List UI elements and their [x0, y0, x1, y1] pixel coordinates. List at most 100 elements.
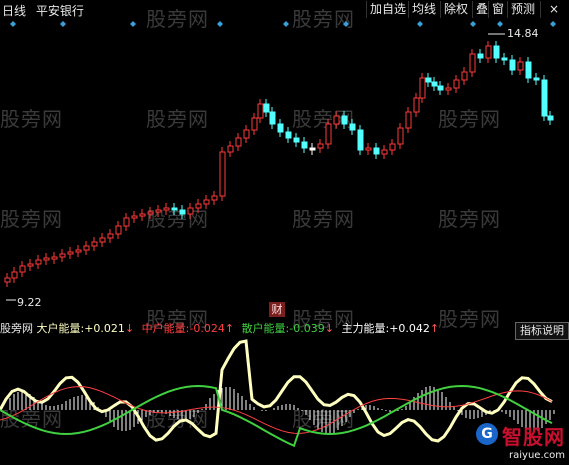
moving-average-button[interactable]: 均线 [408, 1, 439, 18]
candle-body [389, 143, 396, 151]
marker-diamond [60, 21, 66, 27]
legend-label: 大户能量: [36, 322, 85, 335]
legend-label: 主力能量: [341, 322, 390, 335]
candle-body [547, 115, 554, 121]
legend-value: -0.024 [189, 322, 225, 335]
candle-body [413, 97, 420, 113]
candle-body [11, 271, 18, 279]
legend-arrow-icon: ↓ [124, 322, 135, 335]
candle-body [139, 213, 146, 217]
candle-body [251, 117, 258, 131]
candle-body [211, 195, 218, 201]
candle-body [75, 249, 82, 253]
candle-body [501, 57, 508, 61]
candle-body [493, 45, 500, 59]
candle-body [257, 103, 264, 119]
candle-body [477, 53, 484, 59]
legend-arrow-icon: ↑ [224, 322, 235, 335]
candle-body [67, 251, 74, 255]
legend-value: -0.039 [289, 322, 325, 335]
candle-body [461, 71, 468, 81]
candle-body [349, 123, 356, 131]
candle-body [163, 207, 170, 211]
marker-diamond [497, 21, 503, 27]
candle-body [235, 137, 242, 147]
candle-body [533, 77, 540, 81]
candle-body [115, 225, 122, 235]
candle-body [541, 79, 548, 117]
candle-body [357, 129, 364, 151]
candle-body [99, 237, 106, 243]
candle-body [19, 265, 26, 273]
finance-badge[interactable]: 财 [269, 302, 285, 317]
logo-icon: G [476, 423, 498, 445]
window-button[interactable]: 窗 [488, 1, 507, 18]
candle-body [285, 131, 292, 139]
candle-body [269, 111, 276, 125]
candle-body [469, 53, 476, 73]
candle-body [525, 61, 532, 79]
candle-body [445, 87, 452, 91]
candle-body [155, 209, 162, 213]
candle-body [107, 233, 114, 239]
chart-title: 日线 平安银行 [2, 2, 84, 19]
candle-body [27, 263, 34, 267]
candle-body [171, 207, 178, 211]
indicator-legend: 股旁网 大户能量:+0.021↓ 中户能量:-0.024↑ 散户能量:-0.03… [0, 320, 443, 336]
logo-url: raiyue.com [509, 450, 565, 461]
legend-item-medium: 中户能量:-0.024↑ [142, 322, 238, 335]
legend-item-retail: 散户能量:-0.039↓ [242, 322, 338, 335]
candle-body [325, 123, 332, 145]
add-watchlist-button[interactable]: 加自选 [366, 1, 409, 18]
candle-body [373, 147, 380, 155]
legend-value: +0.042 [389, 322, 430, 335]
close-button[interactable]: × [540, 1, 567, 18]
medium-energy-line [0, 386, 553, 434]
indicator-name: 股旁网 [0, 322, 33, 335]
close-icon: × [548, 2, 560, 16]
candle-body [301, 141, 308, 149]
candle-body [179, 209, 186, 215]
retail-energy-line [0, 384, 553, 448]
candle-body [43, 257, 50, 261]
legend-label: 散户能量: [241, 322, 290, 335]
candle-body [123, 217, 130, 227]
candle-body [419, 77, 426, 99]
legend-item-main: 主力能量:+0.042↑ [341, 322, 439, 335]
candle-body [59, 253, 66, 258]
period-label: 日线 [2, 4, 27, 18]
candle-body [4, 277, 11, 283]
candle-body [509, 59, 516, 71]
forecast-button[interactable]: 预测 [507, 1, 538, 18]
candle-body [195, 203, 202, 209]
candle-body [131, 215, 138, 219]
candle-body [365, 147, 372, 151]
candle-body [333, 115, 340, 125]
candle-body [227, 145, 234, 153]
candle-body [277, 123, 284, 133]
candle-body [431, 81, 438, 87]
stock-name: 平安银行 [35, 4, 84, 18]
marker-diamond [130, 21, 136, 27]
candle-body [405, 111, 412, 129]
candle-body [453, 79, 460, 89]
candle-body [341, 115, 348, 125]
candle-body [437, 85, 444, 91]
legend-label: 中户能量: [141, 322, 190, 335]
candle-body [147, 211, 154, 215]
marker-diamond [417, 21, 423, 27]
ex-rights-button[interactable]: 除权 [440, 1, 471, 18]
candle-body [91, 241, 98, 247]
marker-diamond [217, 21, 223, 27]
candle-body [425, 77, 432, 83]
logo-name: 智股网 [502, 425, 565, 449]
candle-body [397, 127, 404, 145]
high-price-label: 14.84 [507, 27, 539, 40]
candle-body [309, 147, 316, 151]
candle-body [203, 199, 210, 205]
marker-diamond [343, 21, 349, 27]
chart-toolbar: 日线 平安银行 加自选 均线 除权 叠 窗 预测 × [0, 0, 569, 20]
candle-body [51, 256, 58, 260]
marker-diamond [470, 21, 476, 27]
candle-body [517, 61, 524, 71]
